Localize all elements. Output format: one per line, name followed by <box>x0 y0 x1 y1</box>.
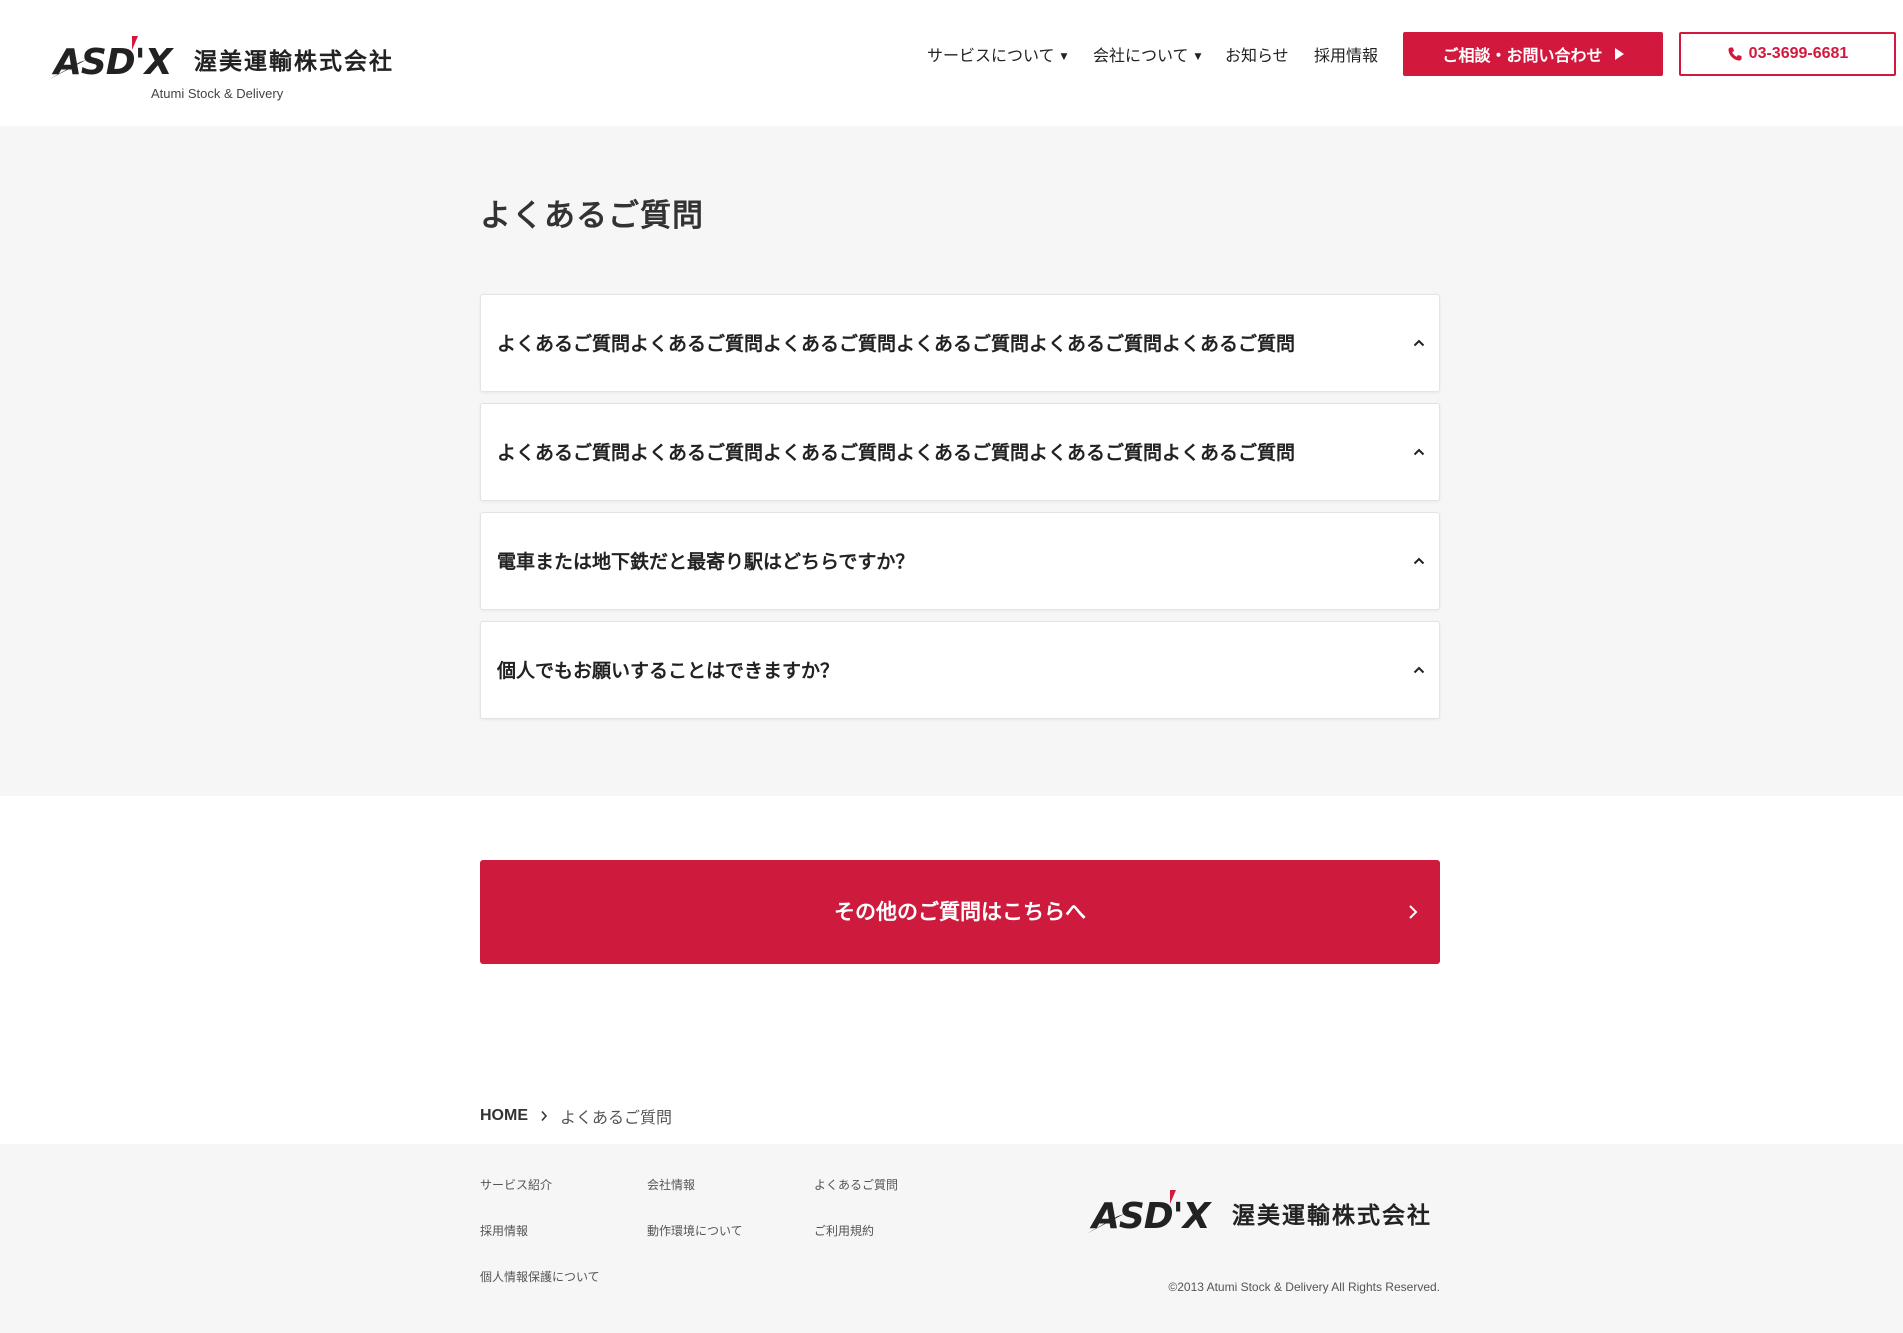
site-footer: サービス紹介 会社情報 よくあるご質問 採用情報 動作環境について ご利用規約 … <box>0 1144 1903 1333</box>
nav-recruit[interactable]: 採用情報 <box>1314 42 1378 66</box>
page-title: よくあるご質問 <box>480 198 704 234</box>
faq-question: 個人でもお願いすることはできますか？ <box>497 660 840 682</box>
chevron-up-icon <box>1413 666 1425 674</box>
site-logo[interactable]: ASD'X 渥美運輸株式会社 Atumi Stock & Delivery <box>46 30 392 101</box>
footer-link-service[interactable]: サービス紹介 <box>480 1176 552 1193</box>
faq-question: よくあるご質問よくあるご質問よくあるご質問よくあるご質問よくあるご質問よくあるご… <box>497 442 1296 464</box>
breadcrumb-current: よくあるご質問 <box>560 1108 673 1127</box>
chevron-up-icon <box>1413 448 1425 456</box>
tel-button[interactable]: 03-3699-6681 <box>1679 32 1896 76</box>
footer-link-privacy[interactable]: 個人情報保護について <box>480 1268 600 1285</box>
phone-icon <box>1728 47 1742 61</box>
company-name: 渥美運輸株式会社 <box>194 49 394 75</box>
faq-item[interactable]: よくあるご質問よくあるご質問よくあるご質問よくあるご質問よくあるご質問よくあるご… <box>480 294 1440 392</box>
faq-item[interactable]: 個人でもお願いすることはできますか？ <box>480 621 1440 719</box>
nav-company-label: 会社について <box>1093 46 1189 65</box>
faq-question: よくあるご質問よくあるご質問よくあるご質問よくあるご質問よくあるご質問よくあるご… <box>497 333 1296 355</box>
breadcrumb-home[interactable]: HOME <box>480 1107 528 1125</box>
other-questions-label: その他のご質問はこちらへ <box>834 900 1086 924</box>
footer-link-recruit[interactable]: 採用情報 <box>480 1222 528 1239</box>
faq-section: よくあるご質問 よくあるご質問よくあるご質問よくあるご質問よくあるご質問よくある… <box>0 126 1903 796</box>
other-questions-button[interactable]: その他のご質問はこちらへ <box>480 860 1440 964</box>
play-triangle-icon <box>1614 48 1624 60</box>
contact-button-label: ご相談・お問い合わせ <box>1442 46 1603 65</box>
nav-news[interactable]: お知らせ <box>1225 42 1289 66</box>
nav-services-label: サービスについて <box>927 46 1055 65</box>
faq-item[interactable]: よくあるご質問よくあるご質問よくあるご質問よくあるご質問よくあるご質問よくあるご… <box>480 403 1440 501</box>
logo-text: ASD'X <box>51 42 175 82</box>
chevron-up-icon <box>1413 557 1425 565</box>
faq-item[interactable]: 電車または地下鉄だと最寄り駅はどちらですか？ <box>480 512 1440 610</box>
footer-logo[interactable]: ASD'X <box>1084 1184 1214 1240</box>
footer-company-name: 渥美運輸株式会社 <box>1232 1203 1432 1229</box>
contact-button[interactable]: ご相談・お問い合わせ <box>1403 32 1663 76</box>
asdx-logo-mark: ASD'X <box>48 36 176 82</box>
chevron-right-icon <box>541 1110 548 1122</box>
faq-question: 電車または地下鉄だと最寄り駅はどちらですか？ <box>497 551 915 573</box>
nav-company[interactable]: 会社について ▼ <box>1093 42 1201 66</box>
site-header: ASD'X 渥美運輸株式会社 Atumi Stock & Delivery サー… <box>0 0 1903 126</box>
chevron-up-icon <box>1413 339 1425 347</box>
asdx-logo-mark: ASD'X <box>1086 1190 1214 1237</box>
copyright: ©2013 Atumi Stock & Delivery All Rights … <box>1168 1280 1440 1294</box>
nav-services[interactable]: サービスについて ▼ <box>927 42 1067 66</box>
caret-down-icon: ▼ <box>1194 52 1202 62</box>
chevron-right-icon <box>1409 905 1418 919</box>
breadcrumb: HOME よくあるご質問 <box>480 1104 672 1128</box>
footer-link-environment[interactable]: 動作環境について <box>647 1222 743 1239</box>
tel-number: 03-3699-6681 <box>1748 45 1849 62</box>
logo-text: ASD'X <box>1089 1196 1213 1236</box>
footer-link-faq[interactable]: よくあるご質問 <box>814 1176 898 1193</box>
footer-link-terms[interactable]: ご利用規約 <box>814 1222 874 1239</box>
footer-link-company[interactable]: 会社情報 <box>647 1176 695 1193</box>
company-subtitle: Atumi Stock & Delivery <box>151 86 284 101</box>
caret-down-icon: ▼ <box>1060 52 1068 62</box>
